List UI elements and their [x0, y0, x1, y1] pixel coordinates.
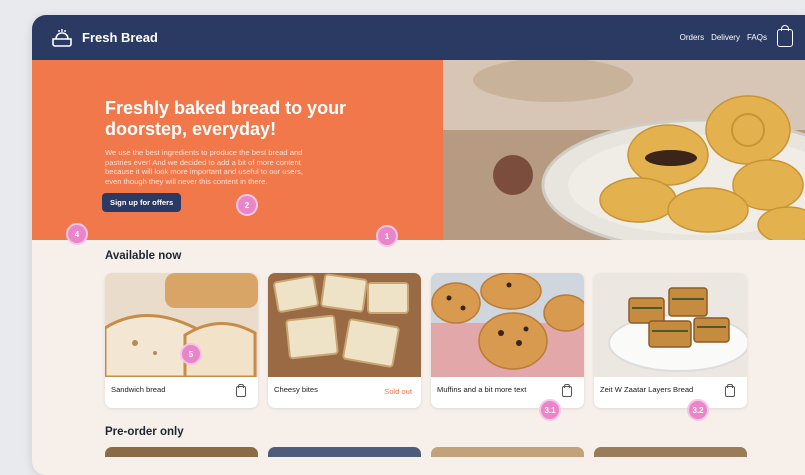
- top-navigation-bar: Fresh Bread Orders Delivery FAQs: [32, 15, 805, 60]
- signup-offers-button[interactable]: Sign up for offers: [102, 193, 182, 212]
- zaatar-bread-image: [594, 273, 747, 377]
- product-name: Zeit W Zaatar Layers Bread: [600, 385, 694, 394]
- nav-orders-link[interactable]: Orders: [680, 33, 704, 42]
- preorder-card-preview[interactable]: [594, 447, 747, 457]
- hero-title: Freshly baked bread to your doorstep, ev…: [105, 98, 347, 139]
- nav-delivery-link[interactable]: Delivery: [711, 33, 740, 42]
- preorder-card-preview[interactable]: [431, 447, 584, 457]
- cheesy-bites-image: [268, 273, 421, 377]
- product-card[interactable]: Cheesy bites Sold out: [268, 273, 421, 408]
- annotation-badge: 2: [236, 194, 258, 216]
- product-name: Muffins and a bit more text: [437, 385, 527, 394]
- product-card[interactable]: Sandwich bread: [105, 273, 258, 408]
- muffins-image: [431, 273, 584, 377]
- bread-basket-icon: [52, 28, 72, 47]
- product-name: Sandwich bread: [111, 385, 166, 394]
- brand-logo[interactable]: Fresh Bread: [50, 26, 158, 50]
- add-to-bag-icon[interactable]: [725, 384, 735, 397]
- annotation-badge: 4: [66, 223, 88, 245]
- sandwich-bread-image: [105, 273, 258, 377]
- product-card[interactable]: Muffins and a bit more text: [431, 273, 584, 408]
- product-card[interactable]: Zeit W Zaatar Layers Bread: [594, 273, 747, 408]
- preorder-card-preview[interactable]: [268, 447, 421, 457]
- nav-faqs-link[interactable]: FAQs: [747, 33, 767, 42]
- annotation-badge: 5: [180, 343, 202, 365]
- annotation-badge: 1: [376, 225, 398, 247]
- sold-out-status: Sold out: [384, 387, 412, 396]
- hero-cookies-image: [443, 60, 805, 240]
- annotation-badge: 3.2: [687, 399, 709, 421]
- hero-description: We use the best ingredients to produce t…: [105, 148, 303, 186]
- add-to-bag-icon[interactable]: [562, 384, 572, 397]
- brand-name: Fresh Bread: [82, 30, 158, 45]
- main-nav: Orders Delivery FAQs: [673, 24, 793, 47]
- product-name: Cheesy bites: [274, 385, 318, 394]
- annotation-badge: 3.1: [539, 399, 561, 421]
- add-to-bag-icon[interactable]: [236, 384, 246, 397]
- pre-order-heading: Pre-order only: [105, 426, 184, 438]
- preorder-card-preview[interactable]: [105, 447, 258, 457]
- hero-banner: Freshly baked bread to your doorstep, ev…: [32, 60, 805, 240]
- available-now-heading: Available now: [105, 250, 182, 262]
- cart-icon[interactable]: [777, 24, 793, 47]
